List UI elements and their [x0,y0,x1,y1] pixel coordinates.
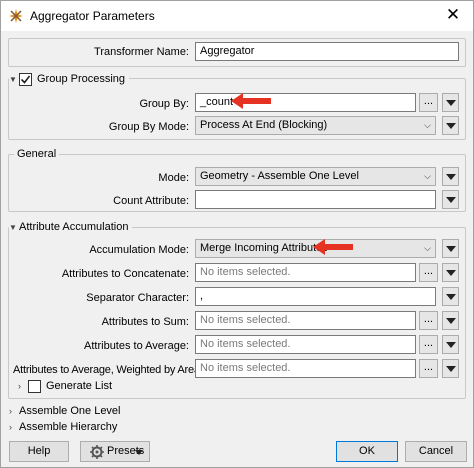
transformer-name-label: Transformer Name: [94,46,189,58]
mode-select[interactable]: Geometry - Assemble One Level ⌵ [195,167,436,186]
group-processing-checkbox[interactable] [19,72,32,86]
triangle-down-icon [446,123,456,129]
group-processing-title: Group Processing [37,73,126,85]
ok-button[interactable]: OK [336,441,398,462]
triangle-down-icon [446,318,456,324]
triangle-down-icon [446,100,456,106]
title-bar: Aggregator Parameters ✕ [1,1,473,31]
average-field[interactable]: No items selected. [195,335,416,354]
group-by-mode-label: Group By Mode: [108,121,189,133]
group-processing-header[interactable]: ▼ Group Processing [9,71,130,87]
group-by-mode-value: Process At End (Blocking) [200,119,328,131]
triangle-down-icon [135,450,143,455]
concatenate-ellipsis-button[interactable]: ... [419,263,438,282]
weighted-average-field[interactable]: No items selected. [195,359,416,378]
triangle-down-icon [446,270,456,276]
mode-label: Mode: [158,172,189,184]
accumulation-mode-value: Merge Incoming Attributes [200,242,328,254]
weighted-average-label: Attributes to Average, Weighted by Area: [13,364,203,376]
separator-field[interactable]: , [195,287,436,306]
triangle-down-icon [446,294,456,300]
average-ellipsis-button[interactable]: ... [419,335,438,354]
close-icon[interactable]: ✕ [443,5,463,25]
chevron-right-icon: › [18,381,21,391]
general-header: General [14,146,60,162]
group-by-label: Group By: [139,98,189,110]
count-attribute-menu-button[interactable] [442,190,459,209]
generate-list-row[interactable]: › Generate List [18,378,112,394]
triangle-down-icon [446,342,456,348]
window-title: Aggregator Parameters [30,9,155,23]
checkmark-icon [20,75,31,84]
generate-list-label: Generate List [46,380,113,392]
cancel-button[interactable]: Cancel [405,441,467,462]
mode-value: Geometry - Assemble One Level [200,170,359,182]
aggregator-parameters-dialog: Aggregator Parameters ✕ Transformer Name… [0,0,474,468]
triangle-down-icon [446,174,456,180]
attribute-accumulation-header[interactable]: ▼ Attribute Accumulation [9,219,133,235]
assemble-one-level-section[interactable]: › Assemble One Level [9,403,121,419]
fme-app-icon [9,9,23,23]
presets-button[interactable]: Presets [80,441,150,462]
chevron-down-icon: ▼ [9,74,17,84]
group-by-mode-menu-button[interactable] [442,116,459,135]
generate-list-checkbox[interactable] [28,379,41,393]
transformer-name-value: Aggregator [200,45,255,57]
separator-label: Separator Character: [86,292,189,304]
count-attribute-field[interactable] [195,190,436,209]
group-by-mode-select[interactable]: Process At End (Blocking) ⌵ [195,116,436,135]
triangle-down-icon [446,197,456,203]
sum-menu-button[interactable] [442,311,459,330]
chevron-down-icon: ⌵ [424,120,431,130]
sum-placeholder: No items selected. [200,314,291,326]
sum-field[interactable]: No items selected. [195,311,416,330]
chevron-down-icon: ▼ [9,222,17,232]
chevron-down-icon: ⌵ [424,171,431,181]
transformer-name-field[interactable]: Aggregator [195,42,459,61]
triangle-down-icon [446,246,456,252]
chevron-right-icon: › [9,422,12,432]
weighted-average-placeholder: No items selected. [200,362,291,374]
accumulation-mode-label: Accumulation Mode: [89,244,189,256]
triangle-down-icon [446,366,456,372]
sum-label: Attributes to Sum: [101,316,189,328]
attribute-accumulation-title: Attribute Accumulation [19,221,129,233]
group-by-ellipsis-button[interactable]: ... [419,93,438,112]
assemble-hierarchy-title: Assemble Hierarchy [19,421,118,433]
chevron-right-icon: › [9,406,12,416]
mode-menu-button[interactable] [442,167,459,186]
weighted-average-menu-button[interactable] [442,359,459,378]
average-placeholder: No items selected. [200,338,291,350]
accumulation-mode-menu-button[interactable] [442,239,459,258]
separator-menu-button[interactable] [442,287,459,306]
chevron-down-icon: ⌵ [424,243,431,253]
separator-value: , [200,290,204,302]
red-arrow-icon [313,239,353,255]
count-attribute-label: Count Attribute: [113,195,189,207]
weighted-average-ellipsis-button[interactable]: ... [419,359,438,378]
concatenate-menu-button[interactable] [442,263,459,282]
concatenate-label: Attributes to Concatenate: [61,268,189,280]
concatenate-placeholder: No items selected. [200,266,291,278]
average-menu-button[interactable] [442,335,459,354]
sum-ellipsis-button[interactable]: ... [419,311,438,330]
average-label: Attributes to Average: [84,340,189,352]
assemble-one-level-title: Assemble One Level [19,405,121,417]
help-button[interactable]: Help [9,441,69,462]
concatenate-field[interactable]: No items selected. [195,263,416,282]
group-by-menu-button[interactable] [442,93,459,112]
red-arrow-icon [231,93,271,109]
assemble-hierarchy-section[interactable]: › Assemble Hierarchy [9,419,117,435]
gear-icon [90,445,104,459]
